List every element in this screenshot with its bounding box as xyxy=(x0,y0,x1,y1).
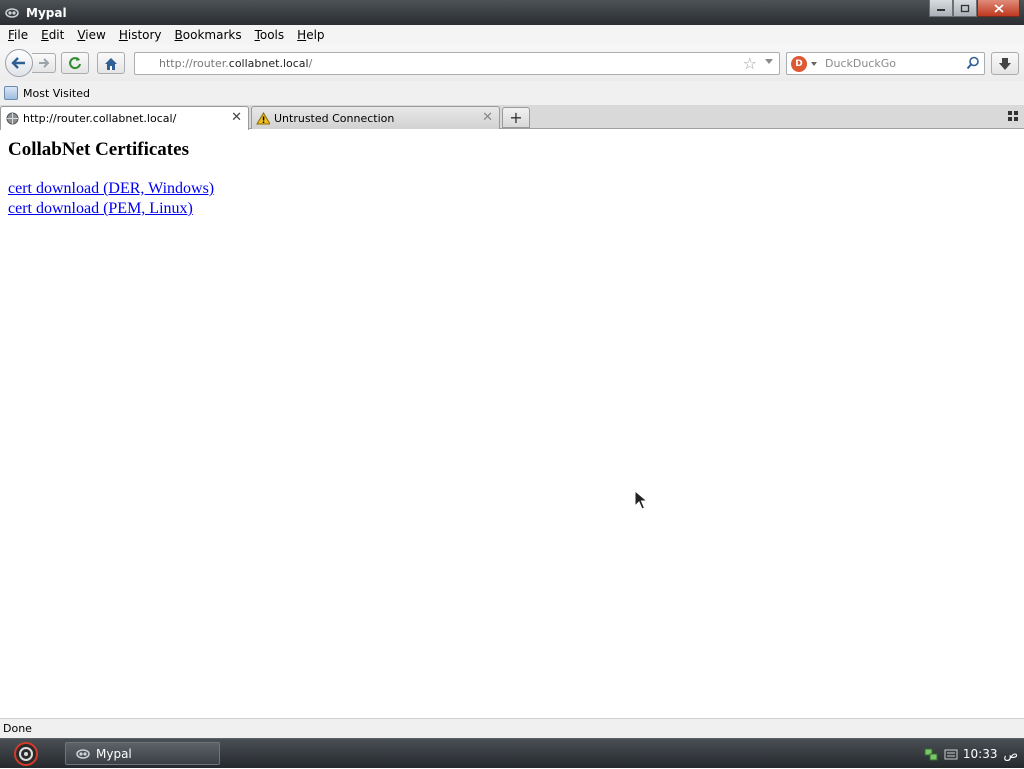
cert-download-pem-link[interactable]: cert download (PEM, Linux) xyxy=(8,200,193,218)
mouse-cursor-icon xyxy=(634,489,650,513)
keyboard-layout-icon[interactable] xyxy=(943,746,959,762)
minimize-button[interactable] xyxy=(929,0,953,17)
page-content: CollabNet Certificates cert download (DE… xyxy=(0,130,1024,718)
cert-download-der-link[interactable]: cert download (DER, Windows) xyxy=(8,180,214,198)
tab-label: Untrusted Connection xyxy=(274,111,395,125)
tab-untrusted-connection[interactable]: Untrusted Connection ✕ xyxy=(251,106,500,129)
taskbar-item-mypal[interactable]: Mypal xyxy=(65,742,220,765)
menu-help[interactable]: Help xyxy=(289,28,329,42)
window-title: Mypal xyxy=(26,5,67,20)
bookmarks-toolbar: Most Visited xyxy=(0,81,1024,105)
mypal-app-icon xyxy=(75,746,91,762)
menu-file[interactable]: File xyxy=(0,28,33,42)
mypal-app-icon xyxy=(4,5,20,21)
home-icon xyxy=(105,57,117,70)
duckduckgo-icon[interactable]: D xyxy=(791,55,807,72)
new-tab-button[interactable]: + xyxy=(502,107,530,128)
downloads-button[interactable] xyxy=(991,52,1019,75)
status-text: Done xyxy=(3,722,32,735)
menu-bar: File Edit View History Bookmarks Tools H… xyxy=(0,25,1024,45)
menu-view[interactable]: View xyxy=(69,28,110,42)
network-icon[interactable] xyxy=(923,746,939,762)
tab-label: http://router.collabnet.local/ xyxy=(23,112,177,125)
plus-icon: + xyxy=(509,108,523,127)
bookmark-label: Most Visited xyxy=(23,86,90,100)
download-arrow-icon xyxy=(999,57,1011,70)
reload-button[interactable] xyxy=(61,52,89,74)
menu-edit[interactable]: Edit xyxy=(33,28,69,42)
search-magnifier-icon[interactable] xyxy=(966,56,980,73)
arrow-left-icon xyxy=(11,57,25,69)
back-button[interactable] xyxy=(5,49,33,77)
clock-ampm: ص xyxy=(1003,747,1018,761)
taskbar-item-label: Mypal xyxy=(96,746,132,761)
navigation-toolbar: http://router.collabnet.local/ ☆ D DuckD… xyxy=(0,45,1024,81)
arrow-right-icon xyxy=(38,58,49,68)
title-bar: Mypal xyxy=(0,0,1024,25)
page-heading: CollabNet Certificates xyxy=(8,139,189,160)
search-engine-dropdown-icon[interactable] xyxy=(811,61,817,66)
maximize-button[interactable] xyxy=(953,0,977,17)
forward-button[interactable] xyxy=(32,53,56,73)
search-bar[interactable]: D DuckDuckGo xyxy=(786,52,985,75)
url-bar[interactable]: http://router.collabnet.local/ ☆ xyxy=(134,52,780,75)
system-tray: 10:33 ص xyxy=(923,739,1018,769)
search-input[interactable]: DuckDuckGo xyxy=(825,57,896,70)
home-button[interactable] xyxy=(97,52,125,74)
menu-bookmarks[interactable]: Bookmarks xyxy=(167,28,247,42)
start-menu-button[interactable] xyxy=(10,741,42,767)
reload-icon xyxy=(69,57,81,70)
list-all-tabs-icon[interactable] xyxy=(1008,111,1018,121)
taskbar: Mypal 10:33 ص xyxy=(0,738,1024,768)
bookmark-star-icon[interactable]: ☆ xyxy=(743,55,757,72)
close-tab-icon[interactable]: ✕ xyxy=(231,110,242,125)
clock-time[interactable]: 10:33 xyxy=(963,747,998,761)
start-orb-icon xyxy=(14,742,38,766)
status-bar: Done xyxy=(0,718,1024,738)
url-history-dropdown-icon[interactable] xyxy=(765,59,773,64)
close-tab-icon[interactable]: ✕ xyxy=(482,110,493,125)
menu-history[interactable]: History xyxy=(111,28,167,42)
tab-strip: http://router.collabnet.local/ ✕ Untrust… xyxy=(0,105,1024,130)
url-text: http://router.collabnet.local/ xyxy=(159,57,313,70)
menu-tools[interactable]: Tools xyxy=(247,28,290,42)
bookmark-folder-icon xyxy=(4,86,18,100)
tab-router[interactable]: http://router.collabnet.local/ ✕ xyxy=(0,106,249,130)
close-window-button[interactable] xyxy=(977,0,1020,17)
bookmark-most-visited[interactable]: Most Visited xyxy=(4,86,90,100)
warning-icon xyxy=(256,111,270,125)
globe-icon xyxy=(5,112,19,126)
